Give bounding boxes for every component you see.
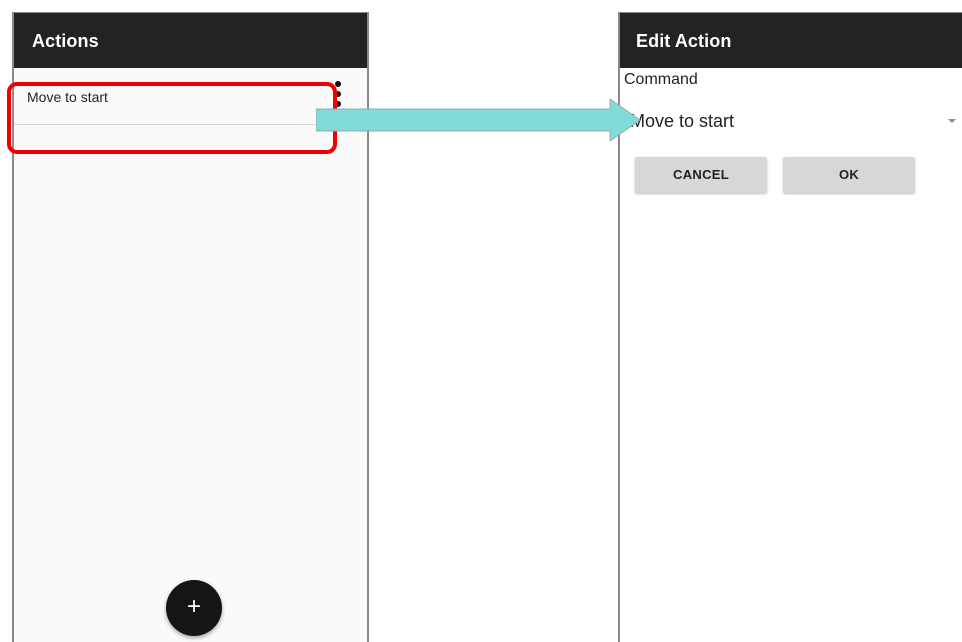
command-label: Command xyxy=(624,71,698,88)
arrow-right-icon xyxy=(316,99,640,141)
edit-action-screen: Edit Action Command Move to start CANCEL… xyxy=(618,12,962,642)
command-dropdown[interactable]: Move to start xyxy=(624,107,960,135)
actions-title: Actions xyxy=(32,31,99,51)
edit-action-title: Edit Action xyxy=(636,31,732,51)
cancel-button[interactable]: CANCEL xyxy=(635,157,767,193)
ok-button[interactable]: OK xyxy=(783,157,915,193)
highlight-frame xyxy=(7,82,337,154)
edit-action-app-bar: Edit Action xyxy=(620,13,962,68)
actions-app-bar: Actions xyxy=(14,13,367,68)
tutorial-figure: Actions Move to start + Edit Action Comm… xyxy=(0,0,962,642)
dropdown-caret-icon xyxy=(948,119,956,123)
command-dropdown-value: Move to start xyxy=(630,111,735,131)
add-action-button[interactable]: + xyxy=(166,580,222,636)
